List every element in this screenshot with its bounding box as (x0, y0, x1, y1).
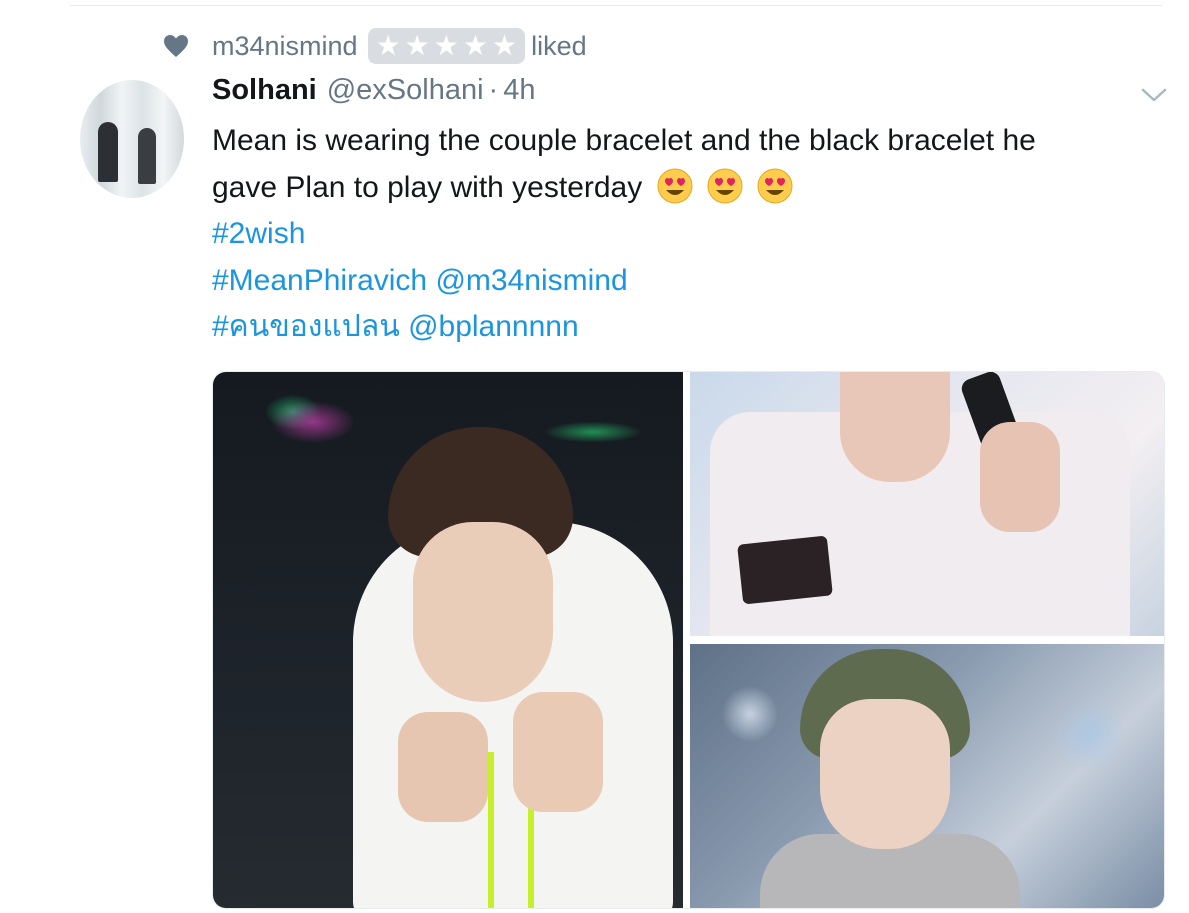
photo-microphone-bracelet[interactable] (690, 372, 1164, 636)
censor-stars: ★ ★ ★ ★ ★ (367, 28, 526, 64)
separator-dot: · (488, 74, 499, 106)
photo-detail (488, 752, 494, 908)
hashtag-line: #MeanPhiravich @m34nismind (212, 258, 1172, 305)
photo-detail (840, 372, 950, 482)
tweet-text-fragment: gave Plan to play with yesterday (212, 170, 643, 204)
photo-hoodie-portrait[interactable] (213, 372, 683, 908)
hashtag-link[interactable]: #คนของแปลน (212, 310, 400, 343)
author-handle[interactable]: @exSolhani (327, 74, 484, 107)
hashtag-line: #2wish (212, 211, 1172, 258)
photo-detail (980, 422, 1060, 532)
tweet-text-line: Mean is wearing the couple bracelet and … (212, 124, 1036, 157)
avatar-figure (138, 128, 156, 184)
tweet-text-line: gave Plan to play with yesterday (212, 165, 1172, 212)
photo-detail (513, 692, 603, 812)
star-icon: ★ (492, 30, 518, 61)
media-grid (212, 371, 1165, 909)
avatar-figure (98, 122, 118, 182)
social-context: m34nismind ★ ★ ★ ★ ★ liked (163, 28, 587, 64)
tweet-timestamp[interactable]: 4h (503, 74, 535, 107)
tweet-header: Solhani @exSolhani · 4h (212, 74, 535, 107)
star-icon: ★ (433, 30, 459, 61)
photo-detail (398, 712, 488, 822)
star-icon: ★ (375, 30, 401, 61)
photo-detail (737, 535, 833, 605)
chevron-down-icon[interactable] (1141, 86, 1167, 104)
star-icon: ★ (462, 30, 488, 61)
photo-detail (820, 699, 950, 849)
mention-link[interactable]: @m34nismind (435, 264, 627, 297)
avatar[interactable] (80, 80, 184, 198)
heart-eyes-emoji (707, 168, 743, 204)
heart-icon (163, 33, 189, 59)
photo-detail (413, 522, 553, 702)
tweet-text: Mean is wearing the couple bracelet and … (212, 118, 1172, 351)
top-divider (70, 5, 1162, 6)
star-icon: ★ (404, 30, 430, 61)
hashtag-link[interactable]: #2wish (212, 217, 305, 250)
author-display-name[interactable]: Solhani (212, 74, 317, 107)
context-action: liked (531, 30, 587, 61)
photo-green-hair-portrait[interactable] (690, 644, 1164, 908)
hashtag-line: #คนของแปลน @bplannnnn (212, 304, 1172, 351)
hashtag-link[interactable]: #MeanPhiravich (212, 264, 427, 297)
heart-eyes-emoji (757, 168, 793, 204)
liker-username[interactable]: m34nismind (212, 31, 358, 62)
mention-link[interactable]: @bplannnnn (408, 310, 579, 343)
heart-eyes-emoji (657, 168, 693, 204)
